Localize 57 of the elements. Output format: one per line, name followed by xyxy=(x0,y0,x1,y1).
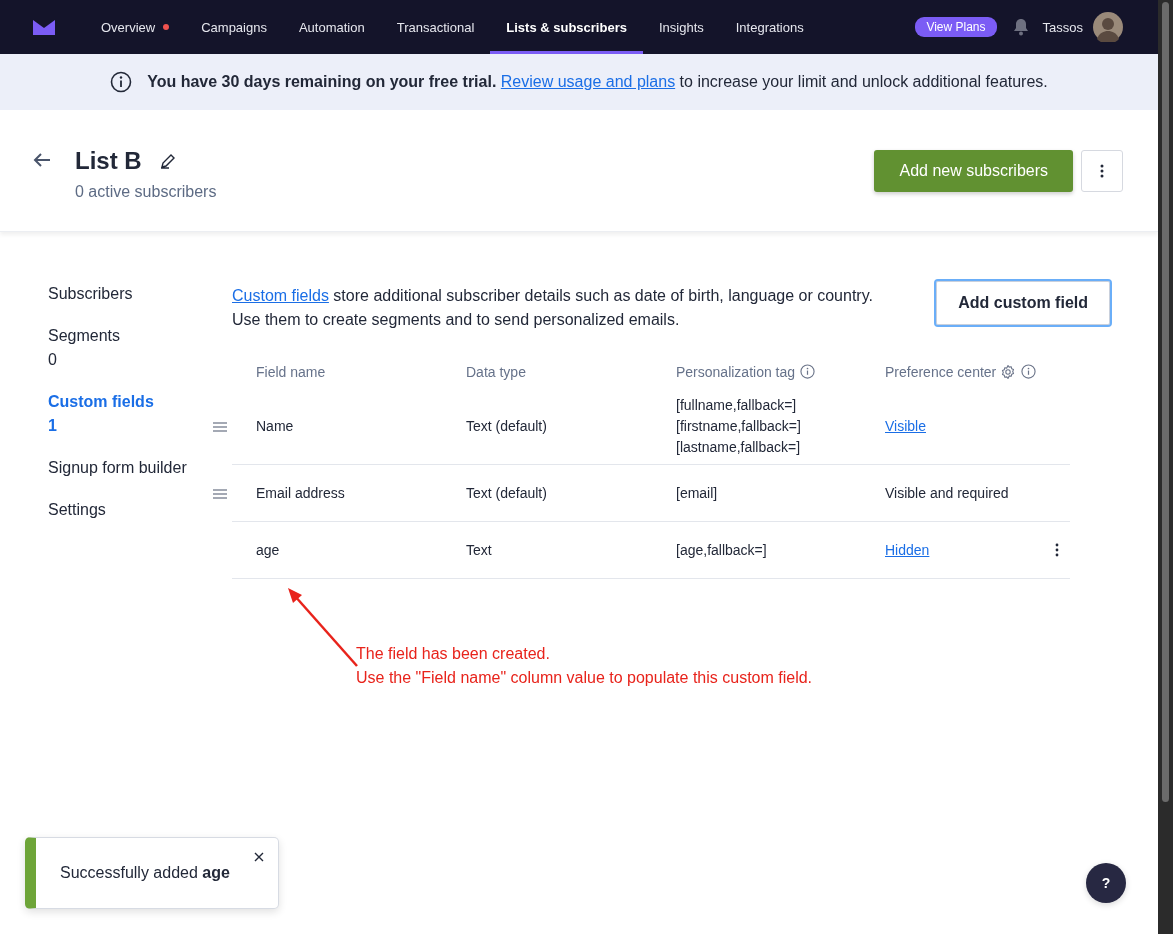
user-name[interactable]: Tassos xyxy=(1042,19,1083,35)
nav-tab[interactable]: Campaigns xyxy=(185,0,283,54)
nav-tab[interactable]: Automation xyxy=(282,0,381,54)
drag-handle-icon[interactable] xyxy=(213,488,227,499)
sidebar-item[interactable]: Segments 0 xyxy=(48,321,232,375)
more-icon xyxy=(1100,164,1104,178)
column-label: Personalization tag xyxy=(676,364,796,380)
column-label: Data type xyxy=(466,364,526,380)
subscriber-count: 0 active subscribers xyxy=(75,183,217,201)
help-button[interactable]: ? xyxy=(1086,863,1126,903)
back-arrow-icon[interactable] xyxy=(33,152,51,168)
nav-tab[interactable]: Insights xyxy=(642,0,720,54)
nav-tab[interactable]: Transactional xyxy=(380,0,491,54)
table-cell: Text (default) xyxy=(466,418,547,434)
table-cell: Name xyxy=(256,418,294,434)
close-icon[interactable] xyxy=(254,852,264,862)
settings-icon[interactable] xyxy=(1000,364,1017,380)
table-cell-text: [fullname,fallback=] xyxy=(676,395,797,415)
nav-tab[interactable]: Overview xyxy=(85,0,186,54)
table-cell-text: [email] xyxy=(676,483,718,503)
table-cell: Email address xyxy=(256,485,345,501)
sidebar-item[interactable]: Signup form builder xyxy=(48,453,232,483)
table-cell: age xyxy=(256,542,280,558)
info-icon[interactable] xyxy=(1021,364,1037,379)
bell-icon[interactable] xyxy=(1012,18,1029,36)
table-cell: Visible and required xyxy=(885,485,1009,501)
drag-handle-icon[interactable] xyxy=(213,421,227,432)
sidebar-item[interactable]: Custom fields 1 xyxy=(48,387,232,441)
trial-notice: You have 30 days remaining on your free trial. Review usage and plans to increase your limit and unlock additional features. xyxy=(147,73,1048,91)
preference-link[interactable]: Hidden xyxy=(885,542,930,558)
add-subscribers-button[interactable]: Add new subscribers xyxy=(874,150,1073,192)
table-cell: Text (default) xyxy=(466,485,547,501)
info-icon xyxy=(110,71,133,93)
sidebar-item[interactable]: Settings xyxy=(48,495,232,525)
scrollbar[interactable] xyxy=(1158,0,1173,934)
nav-tab[interactable]: Integrations xyxy=(719,0,820,54)
custom-fields-link[interactable]: Custom fields xyxy=(232,287,329,304)
more-icon[interactable] xyxy=(1054,543,1059,557)
list-title: List B xyxy=(75,149,142,173)
sidebar-item[interactable]: Subscribers xyxy=(48,279,232,309)
table-cell-text: [age,fallback=] xyxy=(676,540,767,560)
logo-icon[interactable] xyxy=(33,19,55,35)
custom-fields-description: Custom fields store additional subscriber details such as date of birth, language or country. Use them to create segments and to send personalized emails. xyxy=(232,286,873,330)
table-cell: Text xyxy=(466,542,492,558)
annotation-note: The field has been created. Use the "Field name" column value to populate this custom field. xyxy=(356,644,813,688)
column-label: Preference center xyxy=(885,364,997,380)
pencil-icon[interactable] xyxy=(159,153,176,169)
info-icon[interactable] xyxy=(800,364,816,379)
toast-text: Successfully added age xyxy=(60,864,230,882)
table-cell-text: [firstname,fallback=] xyxy=(676,416,801,436)
add-custom-field-button[interactable]: Add custom field xyxy=(934,279,1112,327)
avatar-icon[interactable] xyxy=(1093,12,1123,42)
review-usage-link[interactable]: Review usage and plans xyxy=(500,73,676,90)
view-plans-button[interactable]: View Plans xyxy=(915,17,997,37)
column-label: Field name xyxy=(256,364,326,380)
preference-link[interactable]: Visible xyxy=(885,418,926,434)
table-cell-text: [lastname,fallback=] xyxy=(676,437,801,457)
